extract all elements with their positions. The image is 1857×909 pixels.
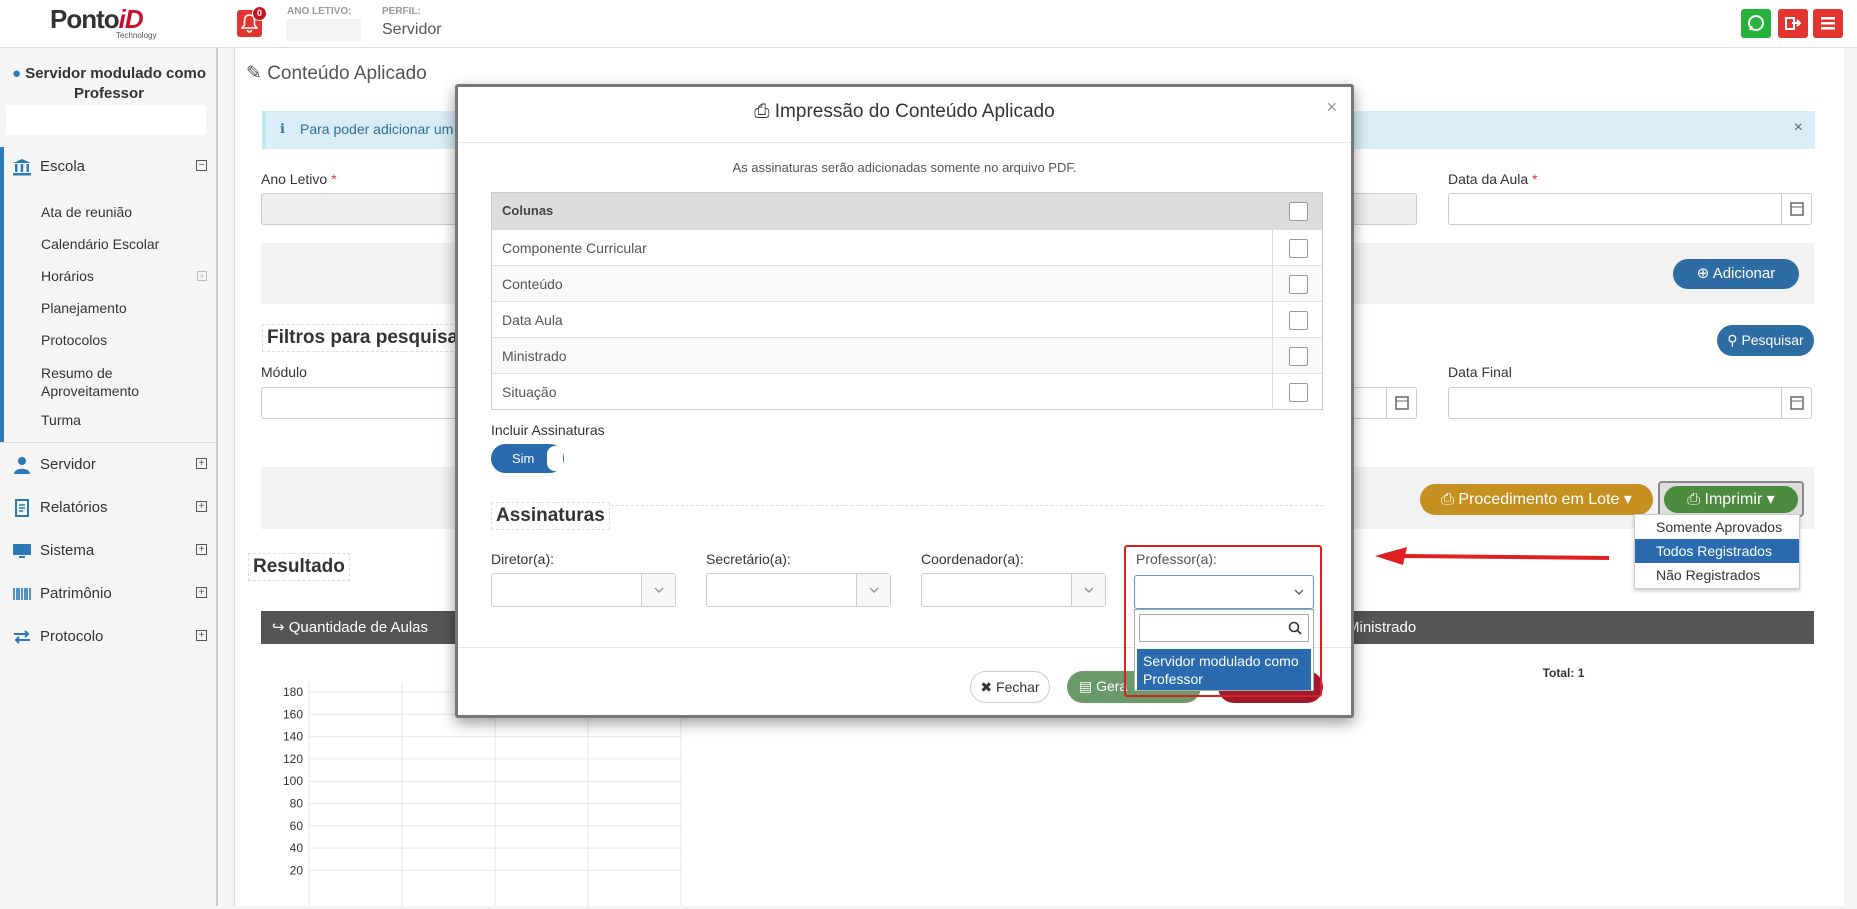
chevron-down-icon xyxy=(654,587,664,594)
print-icon: ⎙ xyxy=(754,101,770,122)
diretor-label: Diretor(a): xyxy=(491,551,555,567)
chevron-down-icon xyxy=(869,587,879,594)
file-icon: ▤ xyxy=(1079,678,1093,694)
signatures-note: As assinaturas serão adicionadas somente… xyxy=(732,160,1077,175)
columns-table: Colunas Componente Curricular Conteúdo D… xyxy=(491,192,1323,410)
column-row: Componente Curricular xyxy=(492,229,1322,266)
secretario-label: Secretário(a): xyxy=(706,551,791,567)
column-checkbox[interactable] xyxy=(1289,275,1308,294)
professor-search-input[interactable] xyxy=(1139,614,1309,642)
incluir-assinaturas-label: Incluir Assinaturas xyxy=(491,422,605,438)
incluir-assinaturas-toggle[interactable]: Sim xyxy=(491,444,564,473)
column-row: Situação xyxy=(492,373,1322,410)
chevron-down-icon xyxy=(1084,587,1094,594)
column-checkbox[interactable] xyxy=(1289,383,1308,402)
column-checkbox[interactable] xyxy=(1289,239,1308,258)
column-checkbox[interactable] xyxy=(1289,311,1308,330)
column-row: Conteúdo xyxy=(492,265,1322,302)
columns-table-header: Colunas xyxy=(492,193,1322,229)
professor-dropdown: Servidor modulado como Professor xyxy=(1134,609,1314,691)
coordenador-label: Coordenador(a): xyxy=(921,551,1024,567)
secretario-select[interactable] xyxy=(706,573,891,607)
diretor-select[interactable] xyxy=(491,573,676,607)
fechar-button[interactable]: ✖ Fechar xyxy=(970,671,1050,703)
coordenador-select[interactable] xyxy=(921,573,1106,607)
professor-option[interactable]: Servidor modulado como Professor xyxy=(1137,649,1311,690)
column-checkbox[interactable] xyxy=(1289,347,1308,366)
search-icon xyxy=(1288,621,1302,635)
modal-title: ⎙ Impressão do Conteúdo Aplicado xyxy=(754,101,1055,122)
column-row: Ministrado xyxy=(492,337,1322,374)
print-modal: ⎙ Impressão do Conteúdo Aplicado × As as… xyxy=(455,84,1354,718)
close-icon: ✖ xyxy=(980,679,993,695)
select-all-checkbox[interactable] xyxy=(1289,202,1308,221)
column-row: Data Aula xyxy=(492,301,1322,338)
modal-close-icon[interactable]: × xyxy=(1326,97,1337,118)
assinaturas-heading: Assinaturas xyxy=(491,502,610,530)
